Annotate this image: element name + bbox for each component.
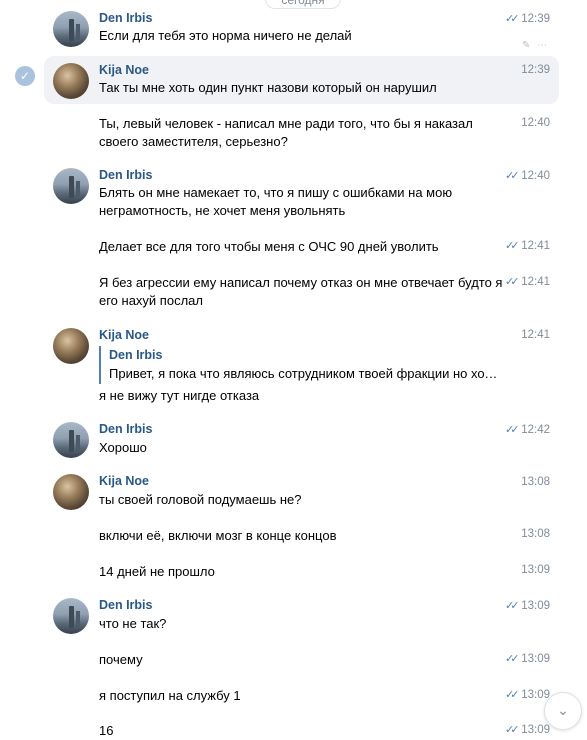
reply-quote[interactable]: Den Irbis Привет, я пока что являюсь сот… (99, 346, 509, 384)
avatar[interactable] (53, 474, 89, 510)
message-text: Ты, левый человек - написал мне ради тог… (99, 116, 473, 149)
message-text: 14 дней не прошло (99, 564, 215, 579)
message-time[interactable]: 13:09 (521, 724, 550, 736)
message-time[interactable]: 12:41 (521, 240, 550, 252)
message-author[interactable]: Kija Noe (99, 474, 149, 488)
message-time[interactable]: 12:42 (521, 424, 550, 436)
double-check-icon: ✓✓ (505, 170, 520, 182)
message-text: Делает все для того чтобы меня с ОЧС 90 … (99, 239, 439, 254)
reply-text: Привет, я пока что являюсь сотрудником т… (109, 366, 499, 381)
checkmark-circle-icon[interactable]: ✓ (15, 66, 35, 86)
message-time[interactable]: 12:41 (521, 276, 550, 288)
message-time[interactable]: 13:09 (521, 600, 550, 612)
message-time[interactable]: 13:08 (521, 476, 550, 488)
message-text: Если для тебя это норма ничего не делай (99, 28, 352, 43)
avatar[interactable] (53, 328, 89, 364)
message-text: 16 (99, 723, 114, 738)
message-text: включи её, включи мозг в конце концов (99, 528, 337, 543)
message-text: Так ты мне хоть один пункт назови которы… (99, 80, 437, 95)
message-author[interactable]: Den Irbis (99, 168, 153, 182)
message-text: почему (99, 652, 143, 667)
message-time[interactable]: 12:40 (521, 170, 550, 182)
avatar[interactable] (53, 11, 89, 47)
more-actions-icon[interactable]: ✎ ⋯ (522, 40, 549, 51)
date-separator: сегодня (265, 0, 341, 9)
message-author[interactable]: Den Irbis (99, 422, 153, 436)
message-text: Блять он мне намекает то, что я пишу с о… (99, 185, 453, 218)
reply-author: Den Irbis (109, 348, 163, 362)
message-time[interactable]: 12:41 (521, 329, 550, 341)
message-time[interactable]: 13:09 (521, 564, 550, 576)
message-time[interactable]: 13:08 (521, 528, 550, 540)
double-check-icon: ✓✓ (505, 13, 520, 25)
message-text: я не вижу тут нигде отказа (99, 388, 260, 403)
double-check-icon: ✓✓ (505, 689, 520, 701)
message-time[interactable]: 13:09 (521, 653, 550, 665)
double-check-icon: ✓✓ (505, 600, 520, 612)
double-check-icon: ✓✓ (505, 240, 520, 252)
message-author[interactable]: Den Irbis (99, 598, 153, 612)
message-text: что не так? (99, 616, 167, 631)
chevron-down-icon: ⌄ (557, 702, 569, 718)
double-check-icon: ✓✓ (505, 424, 520, 436)
message-text: Хорошо (99, 440, 147, 455)
message-time[interactable]: 12:40 (521, 117, 550, 129)
avatar[interactable] (53, 422, 89, 458)
chat-history: сегодня Den Irbis Если для тебя это норм… (0, 0, 587, 738)
double-check-icon: ✓✓ (505, 724, 520, 736)
scroll-down-button[interactable]: ⌄ (544, 692, 582, 730)
avatar[interactable] (53, 168, 89, 204)
message-author[interactable]: Den Irbis (99, 11, 153, 25)
message-time[interactable]: 13:09 (521, 689, 550, 701)
message-time[interactable]: 12:39 (521, 13, 550, 25)
avatar[interactable] (53, 63, 89, 99)
message-author[interactable]: Kija Noe (99, 328, 149, 342)
message-text: ты своей головой подумаешь не? (99, 492, 302, 507)
message-text: Я без агрессии ему написал почему отказ … (99, 275, 503, 308)
avatar[interactable] (53, 598, 89, 634)
message-author[interactable]: Kija Noe (99, 63, 149, 77)
double-check-icon: ✓✓ (505, 653, 520, 665)
message-time[interactable]: 12:39 (521, 64, 550, 76)
double-check-icon: ✓✓ (505, 276, 520, 288)
message-text: я поступил на службу 1 (99, 688, 241, 703)
